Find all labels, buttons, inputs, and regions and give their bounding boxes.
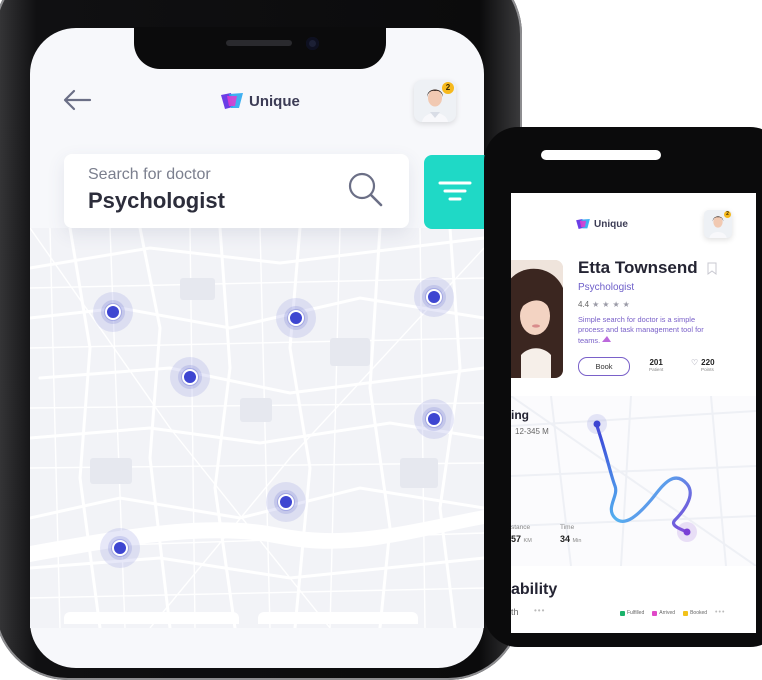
route-heading: ing bbox=[511, 408, 529, 422]
app-brand: Unique bbox=[576, 216, 628, 232]
more-dots-icon[interactable]: ••• bbox=[534, 606, 545, 615]
phone-notch bbox=[134, 27, 386, 69]
legend-item-fulfilled: Fulfilled bbox=[620, 610, 644, 616]
more-dots-icon[interactable]: ••• bbox=[715, 609, 725, 616]
legend-item-booked: Booked bbox=[683, 610, 707, 616]
availability-legend: Fulfilled Arrived Booked ••• bbox=[620, 609, 725, 616]
filter-button[interactable] bbox=[424, 155, 486, 229]
avatar[interactable]: 2 bbox=[704, 210, 732, 238]
map-pin[interactable] bbox=[426, 411, 442, 427]
arrow-left-icon[interactable] bbox=[62, 88, 92, 112]
bookmark-icon[interactable] bbox=[707, 262, 717, 275]
doctor-rating: 4.4 ★ ★ ★ ★ bbox=[578, 300, 630, 309]
time-unit: Min bbox=[572, 538, 582, 544]
map-pin[interactable] bbox=[288, 310, 304, 326]
app-brand: Unique bbox=[221, 88, 300, 114]
distance-value: 57 KM bbox=[511, 534, 532, 544]
stat-label: Points bbox=[701, 367, 714, 372]
phone-camera bbox=[306, 37, 319, 50]
phone-speaker bbox=[541, 150, 661, 160]
route-map[interactable] bbox=[511, 396, 756, 566]
legend-swatch bbox=[620, 610, 625, 616]
avatar[interactable]: 2 bbox=[414, 80, 456, 122]
availability-heading: ability bbox=[511, 581, 558, 598]
stat-patient: 201 Patient bbox=[649, 358, 663, 372]
legend-swatch bbox=[683, 610, 689, 616]
map-pin[interactable] bbox=[105, 304, 121, 320]
doctor-name: Etta Townsend bbox=[578, 258, 698, 277]
rating-value: 4.4 bbox=[578, 300, 590, 309]
book-button[interactable]: Book bbox=[578, 357, 630, 376]
sparkle-icon bbox=[602, 336, 612, 342]
legend-label: Arrived bbox=[659, 610, 676, 616]
doctor-photo bbox=[511, 260, 563, 378]
availability-subheading: th bbox=[511, 607, 519, 617]
time-label: Time bbox=[560, 524, 575, 531]
notification-badge: 2 bbox=[442, 82, 454, 94]
star-icon: ★ bbox=[612, 300, 620, 309]
unique-logo-icon bbox=[576, 219, 590, 229]
route-address: 12-345 M bbox=[515, 427, 549, 436]
phone-speaker bbox=[226, 40, 292, 46]
doctor-description: Simple search for doctor is a simple pro… bbox=[578, 315, 718, 346]
distance-unit: KM bbox=[523, 538, 532, 544]
map-pin[interactable] bbox=[278, 494, 294, 510]
app-name: Unique bbox=[249, 92, 300, 110]
doctor-portrait-image bbox=[511, 260, 563, 378]
search-placeholder: Search for doctor bbox=[88, 166, 211, 183]
map-pin[interactable] bbox=[426, 289, 442, 305]
distance-number: 57 bbox=[511, 534, 522, 544]
map-pin[interactable] bbox=[182, 369, 198, 385]
legend-item-arrived: Arrived bbox=[652, 610, 675, 616]
stat-label: Patient bbox=[649, 367, 664, 372]
star-icon: ★ bbox=[592, 300, 600, 309]
stat-value: 220 bbox=[701, 358, 715, 367]
notification-badge: 2 bbox=[724, 211, 731, 218]
bottom-card-peek bbox=[258, 612, 418, 624]
stat-value: 201 bbox=[649, 358, 663, 367]
app-name: Unique bbox=[594, 218, 628, 230]
filter-icon bbox=[438, 181, 472, 201]
stat-points: ♡ 220 Points bbox=[691, 358, 715, 372]
doctor-specialty: Psychologist bbox=[578, 282, 635, 293]
search-icon[interactable] bbox=[346, 170, 386, 210]
search-bar[interactable]: Search for doctor Psychologist bbox=[64, 154, 409, 228]
doctor-description-text: Simple search for doctor is a simple pro… bbox=[578, 315, 704, 345]
legend-swatch bbox=[652, 610, 658, 616]
bottom-card-peek bbox=[64, 612, 239, 624]
search-input[interactable]: Psychologist bbox=[88, 188, 225, 214]
distance-label: stance bbox=[511, 524, 531, 531]
heart-icon: ♡ bbox=[691, 358, 699, 367]
legend-label: Fulfilled bbox=[627, 610, 645, 616]
star-icon: ★ bbox=[622, 300, 630, 309]
time-value: 34 Min bbox=[560, 534, 581, 544]
time-number: 34 bbox=[560, 534, 571, 544]
star-icon: ★ bbox=[602, 300, 610, 309]
legend-label: Booked bbox=[690, 610, 708, 616]
map-pin[interactable] bbox=[112, 540, 128, 556]
unique-logo-icon bbox=[221, 93, 243, 109]
